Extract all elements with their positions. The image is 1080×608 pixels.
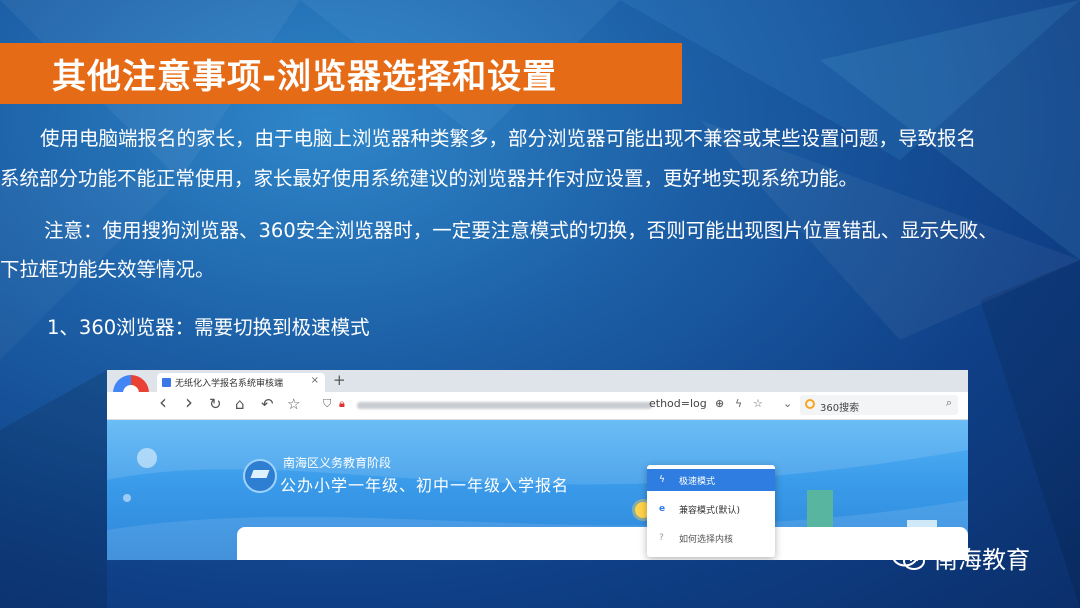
- list-item-360: 1、360浏览器：需要切换到极速模式: [47, 316, 370, 339]
- undo-icon[interactable]: ↶: [261, 395, 274, 413]
- paragraph-2-line-2: 下拉框功能失效等情况。: [0, 258, 215, 281]
- page-content-area: [237, 527, 968, 560]
- site-title-line-2: 公办小学一年级、初中一年级入学报名: [280, 476, 570, 495]
- watermark: 南海教育: [892, 540, 1030, 575]
- menu-item-label: 极速模式: [679, 476, 716, 487]
- kernel-mode-menu: ϟ 极速模式 e 兼容模式(默认) ? 如何选择内核: [647, 465, 775, 557]
- search-box[interactable]: 360搜索 ⌕: [800, 395, 958, 415]
- browser-screenshot: 无纸化入学报名系统审核端 × + ‹ › ↻ ⌂ ↶ ☆ ⛉ 🔒︎ ethod=…: [107, 370, 968, 560]
- page-favicon-icon: [162, 378, 171, 387]
- watermark-text: 南海教育: [934, 546, 1030, 574]
- new-tab-icon[interactable]: +: [333, 371, 346, 389]
- slide-title: 其他注意事项-浏览器选择和设置: [52, 57, 558, 97]
- help-icon: ?: [659, 533, 664, 543]
- search-icon[interactable]: ⌕: [946, 396, 952, 410]
- chevron-down-icon[interactable]: ⌄: [783, 397, 792, 410]
- paragraph-1-line-1: 使用电脑端报名的家长，由于电脑上浏览器种类繁多，部分浏览器可能出现不兼容或某些设…: [40, 127, 977, 150]
- bookmark-star-icon[interactable]: ☆: [753, 397, 763, 410]
- bolt-icon: ϟ: [659, 475, 665, 485]
- tab-title: 无纸化入学报名系统审核端: [175, 379, 284, 389]
- site-title-line-1: 南海区义务教育阶段: [283, 456, 392, 470]
- close-tab-icon[interactable]: ×: [311, 375, 319, 386]
- paragraph-2-line-1: 注意：使用搜狗浏览器、360安全浏览器时，一定要注意模式的切换，否则可能出现图片…: [44, 219, 998, 242]
- menu-item-compat-mode[interactable]: e 兼容模式(默认): [647, 498, 775, 520]
- slide-title-bar: 其他注意事项-浏览器选择和设置: [0, 43, 682, 104]
- school-badge-icon: [243, 459, 277, 493]
- favorite-icon[interactable]: ☆: [287, 395, 300, 413]
- lock-icon: 🔒︎: [339, 397, 345, 410]
- reload-icon[interactable]: ↻: [209, 395, 222, 413]
- search-engine-icon: [805, 399, 815, 409]
- url-redacted: [357, 402, 652, 409]
- web-page: 南海区义务教育阶段 公办小学一年级、初中一年级入学报名 ϟ 极速模式 e 兼容模…: [107, 420, 968, 560]
- forward-icon[interactable]: ›: [185, 390, 193, 414]
- home-icon[interactable]: ⌂: [235, 395, 245, 413]
- url-text: ethod=log: [649, 397, 707, 410]
- search-placeholder: 360搜索: [820, 403, 860, 414]
- menu-item-label: 兼容模式(默认): [679, 505, 741, 516]
- paragraph-1-line-2: 系统部分功能不能正常使用，家长最好使用系统建议的浏览器并作对应设置，更好地实现系…: [0, 167, 859, 190]
- menu-item-label: 如何选择内核: [679, 534, 734, 545]
- zoom-icon[interactable]: ⊕: [715, 397, 724, 410]
- menu-item-speed-mode[interactable]: ϟ 极速模式: [647, 469, 775, 491]
- wechat-icon: [892, 545, 925, 570]
- kernel-mode-bolt-icon[interactable]: ϟ: [735, 397, 742, 410]
- browser-toolbar: ‹ › ↻ ⌂ ↶ ☆ ⛉ 🔒︎ ethod=log ⊕ ϟ ☆ ⌄ 360搜索…: [107, 390, 968, 420]
- menu-item-how-to-choose[interactable]: ? 如何选择内核: [647, 527, 775, 549]
- address-bar[interactable]: ⛉ 🔒︎ ethod=log ⊕ ϟ ☆ ⌄: [317, 395, 792, 415]
- browser-tab[interactable]: 无纸化入学报名系统审核端 ×: [157, 373, 325, 392]
- ie-icon: e: [659, 504, 666, 514]
- back-icon[interactable]: ‹: [159, 390, 167, 414]
- shield-icon: ⛉: [323, 397, 332, 410]
